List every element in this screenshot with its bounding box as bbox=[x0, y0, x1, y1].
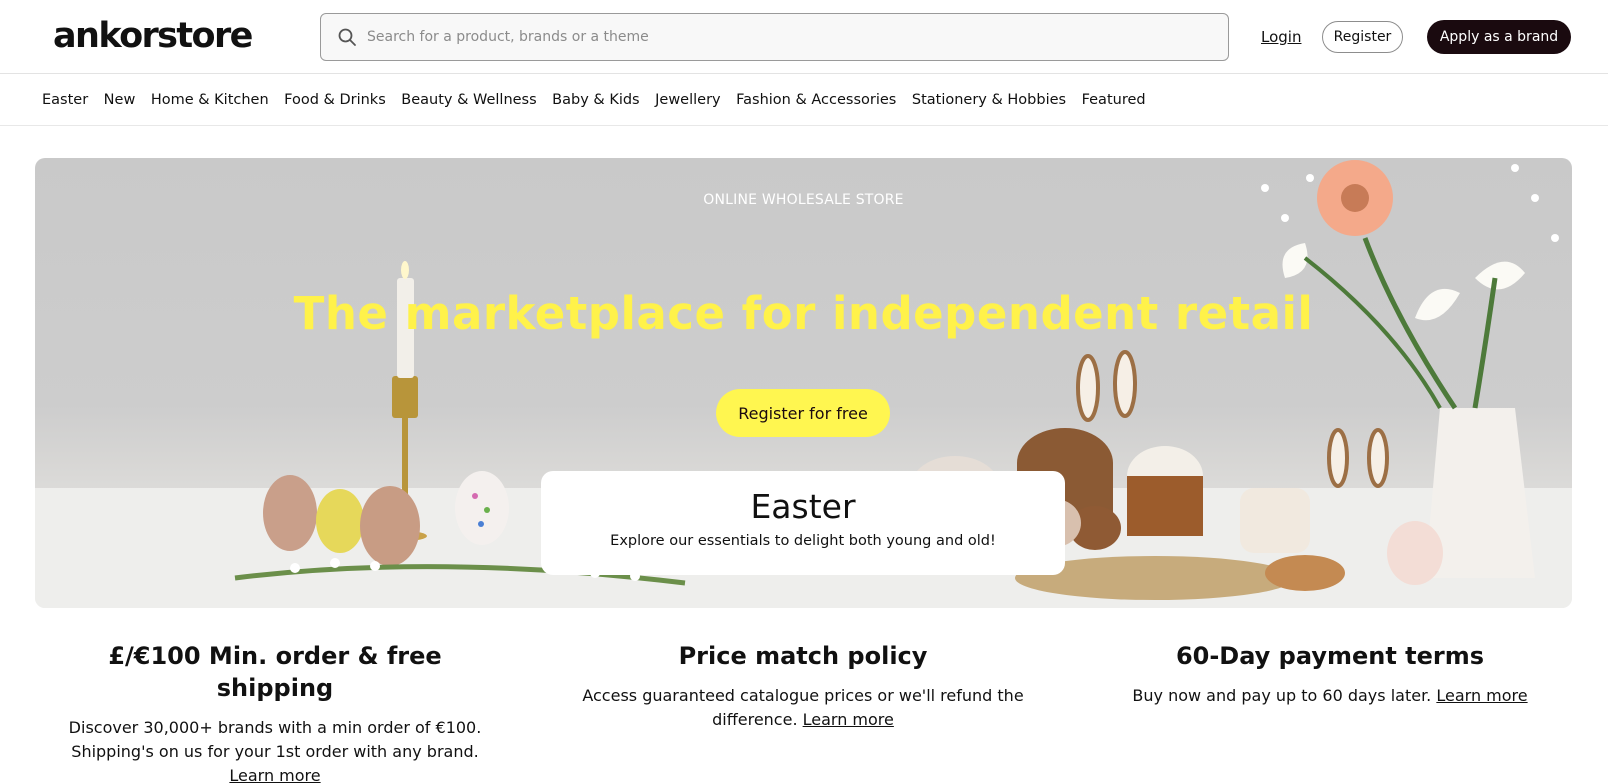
category-baby-kids[interactable]: Baby & Kids bbox=[552, 90, 639, 110]
feature-min-order: £/€100 Min. order & free shipping Discov… bbox=[60, 640, 490, 784]
search-bar[interactable] bbox=[320, 13, 1229, 61]
logo[interactable]: ankorstore bbox=[53, 14, 253, 58]
hero-banner[interactable]: ONLINE WHOLESALE STORE The marketplace f… bbox=[35, 158, 1572, 608]
category-new[interactable]: New bbox=[104, 90, 136, 110]
category-nav: Easter New Home & Kitchen Food & Drinks … bbox=[0, 74, 1608, 126]
learn-more-link[interactable]: Learn more bbox=[1436, 686, 1527, 705]
feature-description: Discover 30,000+ brands with a min order… bbox=[68, 718, 482, 761]
site-header: ankorstore Login Register Apply as a bra… bbox=[0, 0, 1608, 74]
feature-title: £/€100 Min. order & free shipping bbox=[108, 642, 442, 702]
promo-card-title: Easter bbox=[750, 487, 856, 526]
category-featured[interactable]: Featured bbox=[1082, 90, 1146, 110]
feature-price-match: Price match policy Access guaranteed cat… bbox=[568, 640, 1038, 732]
category-fashion-accessories[interactable]: Fashion & Accessories bbox=[736, 90, 896, 110]
feature-text: Access guaranteed catalogue prices or we… bbox=[568, 684, 1038, 732]
category-food-drinks[interactable]: Food & Drinks bbox=[284, 90, 386, 110]
feature-description: Buy now and pay up to 60 days later. bbox=[1132, 686, 1432, 705]
search-icon bbox=[338, 28, 356, 46]
apply-as-brand-button[interactable]: Apply as a brand bbox=[1427, 20, 1571, 54]
feature-title: 60-Day payment terms bbox=[1175, 642, 1485, 670]
hero-title: The marketplace for independent retail bbox=[293, 287, 1314, 340]
category-home-kitchen[interactable]: Home & Kitchen bbox=[151, 90, 269, 110]
category-beauty-wellness[interactable]: Beauty & Wellness bbox=[401, 90, 536, 110]
feature-text: Discover 30,000+ brands with a min order… bbox=[60, 716, 490, 784]
hero-tagline: ONLINE WHOLESALE STORE bbox=[703, 192, 904, 208]
learn-more-link[interactable]: Learn more bbox=[803, 710, 894, 729]
category-easter[interactable]: Easter bbox=[42, 90, 88, 110]
category-stationery-hobbies[interactable]: Stationery & Hobbies bbox=[912, 90, 1066, 110]
feature-title: Price match policy bbox=[678, 642, 928, 670]
easter-promo-card[interactable]: Easter Explore our essentials to delight… bbox=[541, 471, 1065, 575]
category-jewellery[interactable]: Jewellery bbox=[655, 90, 721, 110]
learn-more-link[interactable]: Learn more bbox=[229, 766, 320, 784]
register-button[interactable]: Register bbox=[1322, 21, 1403, 53]
promo-card-subtitle: Explore our essentials to delight both y… bbox=[610, 533, 996, 549]
login-link[interactable]: Login bbox=[1261, 27, 1301, 47]
register-for-free-button[interactable]: Register for free bbox=[716, 389, 890, 437]
search-input[interactable] bbox=[367, 29, 1207, 45]
feature-text: Buy now and pay up to 60 days later. Lea… bbox=[1110, 684, 1550, 708]
feature-payment-terms: 60-Day payment terms Buy now and pay up … bbox=[1110, 640, 1550, 708]
